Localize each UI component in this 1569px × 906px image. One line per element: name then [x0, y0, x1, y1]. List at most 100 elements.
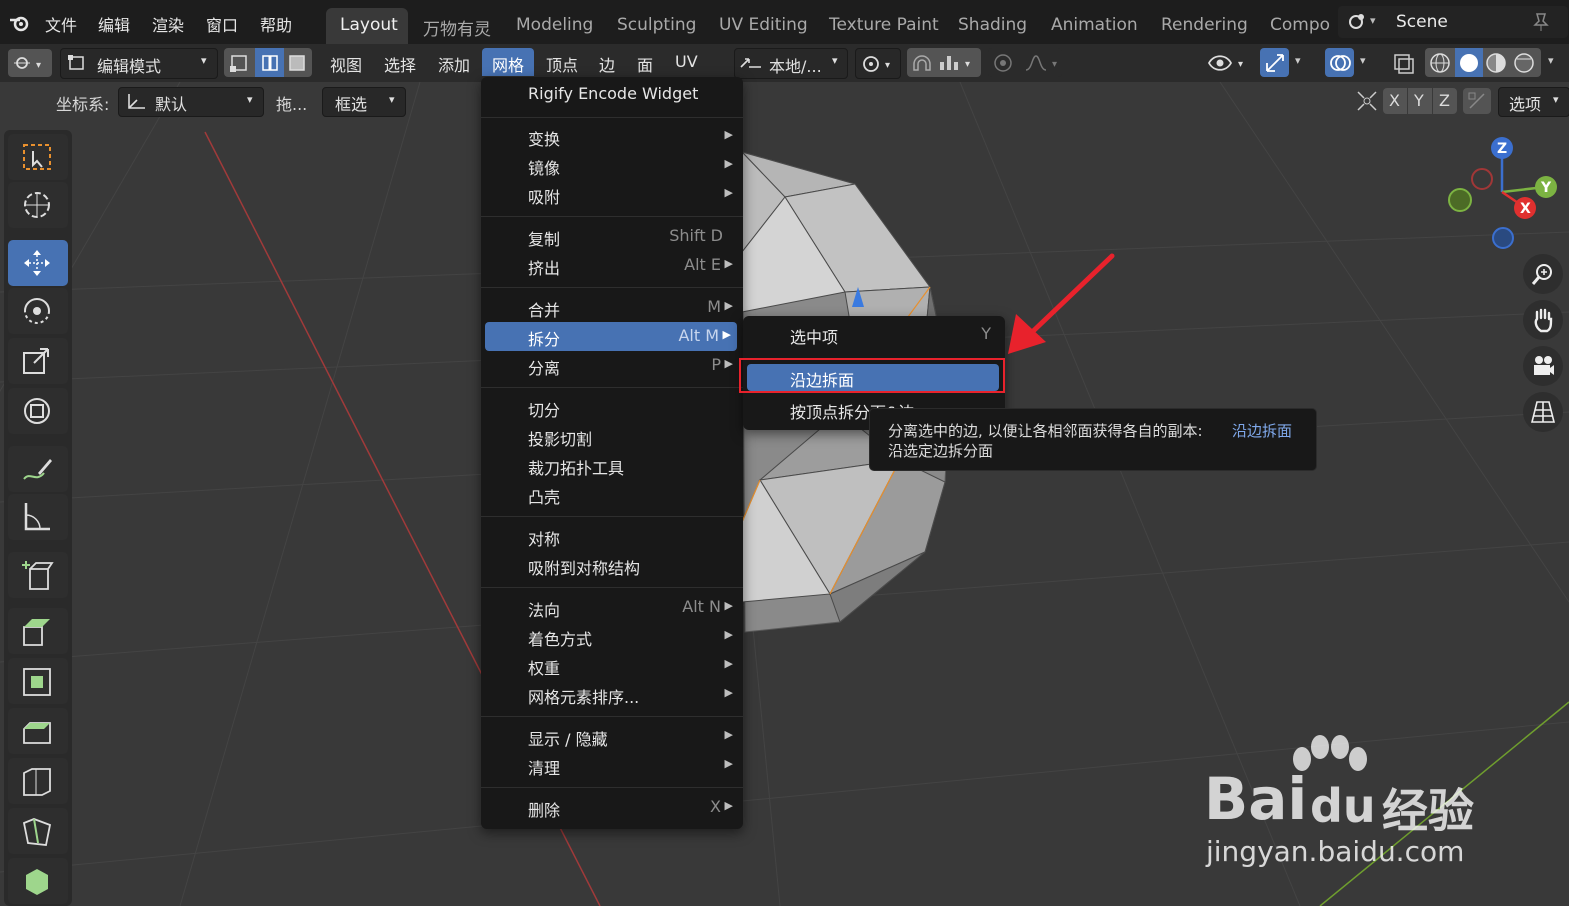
- header-menu-add[interactable]: 添加: [438, 52, 470, 76]
- pin-icon[interactable]: [1532, 12, 1550, 32]
- menu-item-duplicate[interactable]: 复制 Shift D: [481, 222, 743, 251]
- menu-render[interactable]: 渲染: [152, 12, 184, 36]
- tool-transform[interactable]: [8, 388, 68, 434]
- tool-add-cube[interactable]: [8, 552, 68, 598]
- menu-item-clean-up[interactable]: 清理 ▶: [481, 751, 743, 780]
- menu-item-show-hide[interactable]: 显示 / 隐藏 ▶: [481, 722, 743, 751]
- submenu-item-selection[interactable]: 选中项 Y: [743, 320, 1005, 349]
- edge-select-button[interactable]: [255, 48, 284, 77]
- wireframe-shading-icon[interactable]: [1428, 51, 1452, 75]
- menu-item-rigify-encode-widget[interactable]: Rigify Encode Widget: [481, 80, 743, 109]
- tool-annotate[interactable]: [8, 446, 68, 492]
- tool-extrude[interactable]: [8, 608, 68, 654]
- mirror-z-button[interactable]: Z: [1433, 88, 1457, 114]
- menu-item-sort-elements[interactable]: 网格元素排序... ▶: [481, 680, 743, 709]
- menu-item-transform[interactable]: 变换 ▶: [481, 122, 743, 151]
- mode-dropdown[interactable]: 编辑模式 ▾: [60, 48, 218, 79]
- pivot-point-dropdown[interactable]: ▾: [855, 48, 901, 79]
- header-menu-mesh[interactable]: 网格: [492, 52, 524, 76]
- tool-rotate[interactable]: [8, 288, 68, 334]
- header-menu-vertex[interactable]: 顶点: [546, 52, 578, 76]
- header-menu-view[interactable]: 视图: [330, 52, 362, 76]
- editor-type-button[interactable]: ▾: [8, 49, 52, 77]
- tool-inset[interactable]: [8, 658, 68, 704]
- perspective-toggle-button[interactable]: [1523, 392, 1563, 432]
- gizmo-toggle-button[interactable]: [1260, 48, 1289, 77]
- tab-uv-editing[interactable]: UV Editing: [719, 15, 808, 35]
- tool-poly-build[interactable]: [8, 858, 68, 904]
- navigation-gizmo[interactable]: Z Y X: [1440, 132, 1566, 252]
- falloff-curve-icon[interactable]: ▾: [1024, 52, 1064, 74]
- tab-compositing[interactable]: Compo: [1270, 15, 1330, 35]
- menu-edit[interactable]: 编辑: [98, 12, 130, 36]
- pivot-dropdown[interactable]: 本地/... ▾: [734, 48, 848, 79]
- snap-increment-icon[interactable]: ▾: [937, 52, 977, 74]
- coord-system-dropdown[interactable]: 默认 ▾: [118, 87, 264, 117]
- menu-item-normals[interactable]: 法向 Alt N ▶: [481, 593, 743, 622]
- topology-mirror-button[interactable]: [1463, 88, 1491, 114]
- tool-select-box[interactable]: [8, 134, 68, 180]
- menu-item-knife-topology[interactable]: 裁刀拓扑工具: [481, 451, 743, 480]
- header-menu-select[interactable]: 选择: [384, 52, 416, 76]
- tool-knife[interactable]: [8, 808, 68, 854]
- overlays-toggle-button[interactable]: [1325, 48, 1354, 77]
- menu-item-delete[interactable]: 删除 X ▶: [481, 793, 743, 822]
- vertex-select-icon[interactable]: [228, 52, 250, 74]
- face-select-icon[interactable]: [286, 52, 308, 74]
- tab-animation[interactable]: Animation: [1051, 15, 1138, 35]
- xray-toggle-icon[interactable]: [1392, 52, 1416, 76]
- menu-item-mirror[interactable]: 镜像 ▶: [481, 151, 743, 180]
- menu-window[interactable]: 窗口: [206, 12, 238, 36]
- menu-item-split[interactable]: 拆分 Alt M ▶: [485, 322, 737, 351]
- menu-item-snap[interactable]: 吸附 ▶: [481, 180, 743, 209]
- menu-item-symmetrize[interactable]: 对称: [481, 522, 743, 551]
- menu-item-snap-to-symmetry[interactable]: 吸附到对称结构: [481, 551, 743, 580]
- menu-file[interactable]: 文件: [45, 12, 77, 36]
- proportional-editing-icon[interactable]: [991, 52, 1015, 74]
- header-menu-edge[interactable]: 边: [599, 52, 615, 76]
- solid-shading-button[interactable]: [1455, 48, 1483, 77]
- header-menu-uv[interactable]: UV: [675, 52, 698, 71]
- options-dropdown[interactable]: 选项 ▾: [1498, 87, 1569, 117]
- tool-cursor[interactable]: [8, 182, 68, 228]
- mirror-y-button[interactable]: Y: [1408, 88, 1432, 114]
- tool-loop-cut[interactable]: [8, 758, 68, 804]
- menu-help[interactable]: 帮助: [260, 12, 292, 36]
- tool-bevel[interactable]: [8, 708, 68, 754]
- tool-scale[interactable]: [8, 338, 68, 384]
- gizmo-dropdown-icon[interactable]: ▾: [1295, 54, 1301, 67]
- tool-move[interactable]: [8, 240, 68, 286]
- menu-item-bisect[interactable]: 切分: [481, 393, 743, 422]
- tab-modeling[interactable]: Modeling: [516, 15, 593, 35]
- tab-rendering[interactable]: Rendering: [1161, 15, 1248, 35]
- menu-item-weights[interactable]: 权重 ▶: [481, 651, 743, 680]
- snap-magnet-icon[interactable]: [910, 52, 934, 74]
- tab-sculpting[interactable]: Sculpting: [617, 15, 696, 35]
- shading-dropdown-icon[interactable]: ▾: [1548, 54, 1554, 67]
- header-menu-face[interactable]: 面: [637, 52, 653, 76]
- drag-select-dropdown[interactable]: 框选 ▾: [322, 87, 406, 117]
- menu-item-shading[interactable]: 着色方式 ▶: [481, 622, 743, 651]
- zoom-button[interactable]: [1523, 254, 1563, 294]
- material-shading-icon[interactable]: [1484, 51, 1508, 75]
- tab-texture-paint[interactable]: Texture Paint: [829, 15, 939, 35]
- menu-item-knife-project[interactable]: 投影切割: [481, 422, 743, 451]
- overlays-dropdown-icon[interactable]: ▾: [1360, 54, 1366, 67]
- scene-name[interactable]: Scene: [1396, 12, 1448, 32]
- pan-button[interactable]: [1523, 300, 1563, 340]
- mirror-toggle-icon[interactable]: [1354, 88, 1380, 114]
- menu-item-separate[interactable]: 分离 P ▶: [481, 351, 743, 380]
- mirror-x-button[interactable]: X: [1383, 88, 1407, 114]
- menu-item-extrude[interactable]: 挤出 Alt E ▶: [481, 251, 743, 280]
- menu-item-convex-hull[interactable]: 凸壳: [481, 480, 743, 509]
- camera-view-button[interactable]: [1523, 346, 1563, 386]
- rendered-shading-icon[interactable]: [1512, 51, 1536, 75]
- visibility-eye-icon[interactable]: ▾: [1206, 50, 1252, 76]
- blender-logo-icon[interactable]: [8, 12, 32, 34]
- tab-layout[interactable]: Layout: [340, 15, 398, 35]
- scene-dropdown-icon[interactable]: ▾: [1370, 14, 1376, 27]
- menu-item-merge[interactable]: 合并 M ▶: [481, 293, 743, 322]
- tab-wanwuyouling[interactable]: 万物有灵: [423, 15, 491, 40]
- tool-measure[interactable]: [8, 494, 68, 540]
- tab-shading[interactable]: Shading: [958, 15, 1027, 35]
